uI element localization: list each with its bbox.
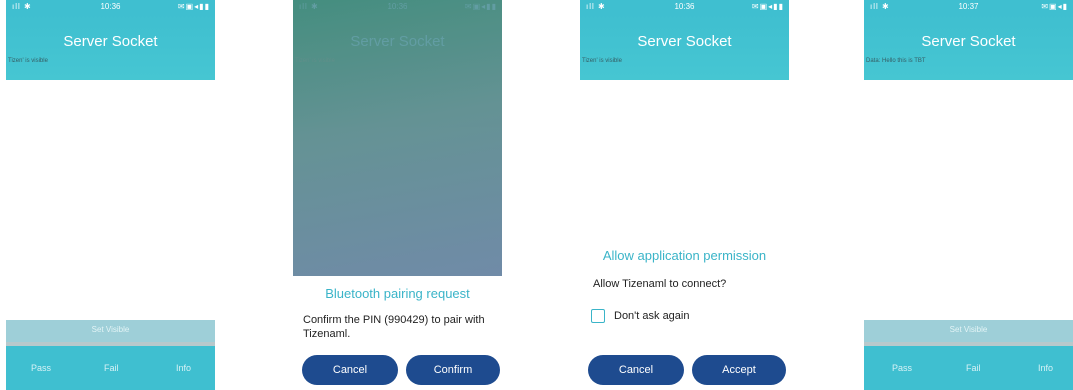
- status-text: Data: Hello this is TBT: [866, 58, 926, 64]
- title-bar: Server Socket Data: Hello this is TBT: [864, 14, 1073, 80]
- status-bar: ıll ✱ 10:36 ✉▣◂▮▮: [6, 0, 215, 14]
- dialog-title: Allow application permission: [602, 248, 767, 263]
- title-bar: Server Socket Tizen' is visible: [6, 14, 215, 80]
- dont-ask-checkbox[interactable]: [591, 309, 605, 323]
- status-text: Tizen' is visible: [295, 58, 335, 64]
- status-icons: ✉▣◂▮▮: [464, 2, 497, 11]
- dialog-message: Allow Tizenaml to connect?: [593, 278, 727, 290]
- screen-bluetooth-pairing: ıll ✱ 10:36 ✉▣◂▮▮ Server Socket Tizen' i…: [293, 0, 502, 390]
- title-bar: Server Socket Tizen' is visible: [293, 14, 502, 80]
- app-title: Server Socket: [350, 33, 445, 50]
- info-button[interactable]: Info: [176, 363, 191, 373]
- status-icons: ✉▣◂▮▮: [177, 2, 210, 11]
- screen-permission-request: ıll ✱ 10:36 ✉▣◂▮▮ Server Socket Tizen' i…: [580, 0, 789, 390]
- status-icons: ✉▣◂▮: [1041, 2, 1068, 11]
- bottom-bar: Pass Fail Info: [864, 346, 1073, 390]
- info-button[interactable]: Info: [1038, 363, 1053, 373]
- permission-dialog: Allow application permission Allow Tizen…: [580, 236, 789, 390]
- fail-button[interactable]: Fail: [966, 363, 981, 373]
- pairing-dialog: Bluetooth pairing request Confirm the PI…: [293, 276, 502, 390]
- accept-button[interactable]: Accept: [692, 355, 786, 385]
- status-bar: ıll ✱ 10:37 ✉▣◂▮: [864, 0, 1073, 14]
- screen-server-socket-data: ıll ✱ 10:37 ✉▣◂▮ Server Socket Data: Hel…: [864, 0, 1073, 390]
- status-text: Tizen' is visible: [582, 58, 622, 64]
- cancel-button[interactable]: Cancel: [302, 355, 398, 385]
- confirm-button[interactable]: Confirm: [406, 355, 500, 385]
- set-visible-button[interactable]: Set Visible: [864, 320, 1073, 346]
- status-bar: ıll ✱ 10:36 ✉▣◂▮▮: [293, 0, 502, 14]
- title-bar: Server Socket Tizen' is visible: [580, 14, 789, 80]
- fail-button[interactable]: Fail: [104, 363, 119, 373]
- checkbox-label: Don't ask again: [614, 310, 690, 322]
- status-text: Tizen' is visible: [8, 58, 48, 64]
- app-title: Server Socket: [63, 33, 158, 50]
- status-bar: ıll ✱ 10:36 ✉▣◂▮▮: [580, 0, 789, 14]
- app-title: Server Socket: [637, 33, 732, 50]
- status-icons: ✉▣◂▮▮: [751, 2, 784, 11]
- dimmed-background: ıll ✱ 10:36 ✉▣◂▮▮ Server Socket Tizen' i…: [293, 0, 502, 276]
- dialog-message: Confirm the PIN (990429) to pair with Ti…: [303, 314, 485, 340]
- set-visible-button[interactable]: Set Visible: [6, 320, 215, 346]
- dialog-title: Bluetooth pairing request: [325, 286, 470, 301]
- screen-server-socket-initial: ıll ✱ 10:36 ✉▣◂▮▮ Server Socket Tizen' i…: [6, 0, 215, 390]
- pass-button[interactable]: Pass: [892, 363, 912, 373]
- bottom-bar: Pass Fail Info: [6, 346, 215, 390]
- cancel-button[interactable]: Cancel: [588, 355, 684, 385]
- app-title: Server Socket: [921, 33, 1016, 50]
- pass-button[interactable]: Pass: [31, 363, 51, 373]
